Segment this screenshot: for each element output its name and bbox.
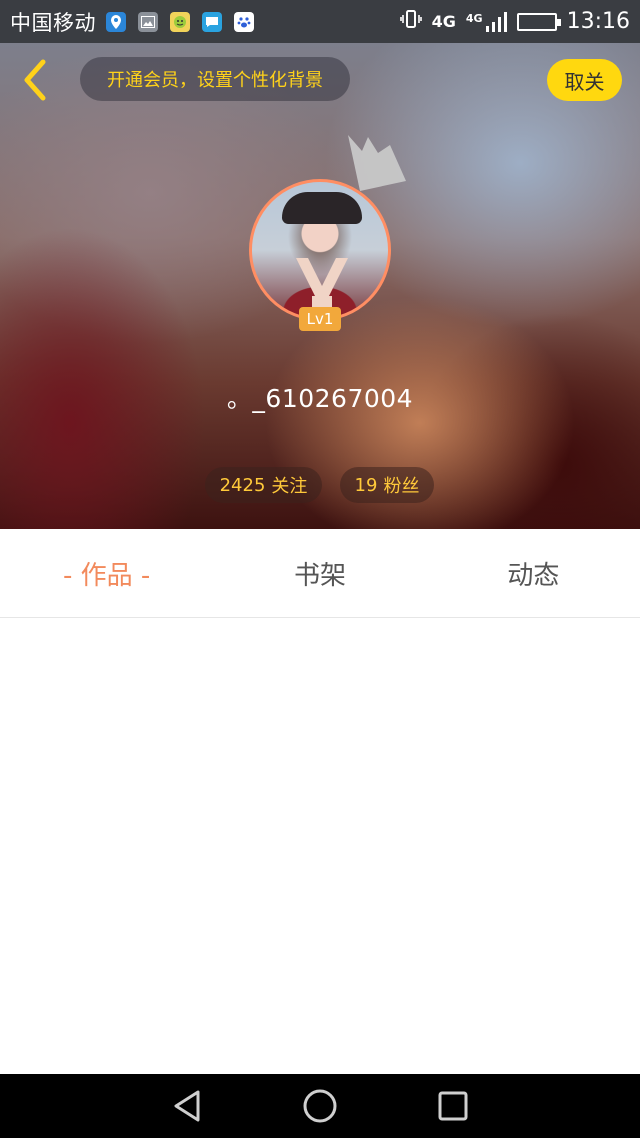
circle-home-icon [303,1089,337,1123]
network-type-1: 4G [431,12,456,31]
fans-label: 粉丝 [383,476,420,497]
vip-promo-text: 开通会员，设置个性化背景 [107,70,323,91]
clock: 13:16 [566,9,630,34]
vibrate-icon [399,8,422,35]
triangle-back-icon [174,1090,200,1122]
fans-count-button[interactable]: 19 粉丝 [340,467,434,503]
crown-icon [348,135,406,191]
carrier-name: 中国移动 [10,10,96,35]
profile-header: 开通会员，设置个性化背景 取关 Lv1 。_610267004 2425 关注 … [0,43,640,529]
message-icon [202,11,222,32]
following-count-button[interactable]: 2425 关注 [205,467,322,503]
level-text: Lv1 [306,310,334,328]
username: 。_610267004 [226,384,414,413]
gallery-icon [138,11,158,32]
tab-works[interactable]: - 作品 - [0,529,213,617]
emoji-icon [170,11,190,32]
following-label: 关注 [271,476,308,497]
fans-count: 19 [354,474,378,496]
unfollow-button[interactable]: 取关 [547,59,622,101]
avatar-hat [282,192,362,224]
status-right: 4G 4G 13:16 [399,8,630,35]
avatar[interactable] [249,179,391,321]
following-count: 2425 [219,474,266,496]
nav-recents-button[interactable] [423,1076,483,1136]
system-nav-bar [0,1074,640,1138]
tab-content-area [0,619,640,1074]
nav-home-button[interactable] [290,1076,350,1136]
vip-promo-banner[interactable]: 开通会员，设置个性化背景 [80,57,350,101]
network-type-2: 4G [465,11,483,25]
back-button[interactable] [14,57,54,103]
nav-back-button[interactable] [157,1076,217,1136]
profile-tabs: - 作品 - 书架 动态 [0,529,640,618]
tab-bookshelf[interactable]: 书架 [213,529,426,617]
level-badge: Lv1 [299,307,341,331]
battery-icon [516,12,561,31]
status-bar: 中国移动 4G 4G 13:16 [0,0,640,43]
unfollow-label: 取关 [564,69,605,94]
chevron-left-icon [24,59,46,101]
baidu-paw-icon [234,11,254,32]
square-recents-icon [438,1091,468,1121]
location-icon [106,11,126,32]
tab-activity[interactable]: 动态 [427,529,640,617]
signal-icon: 4G [465,11,507,32]
